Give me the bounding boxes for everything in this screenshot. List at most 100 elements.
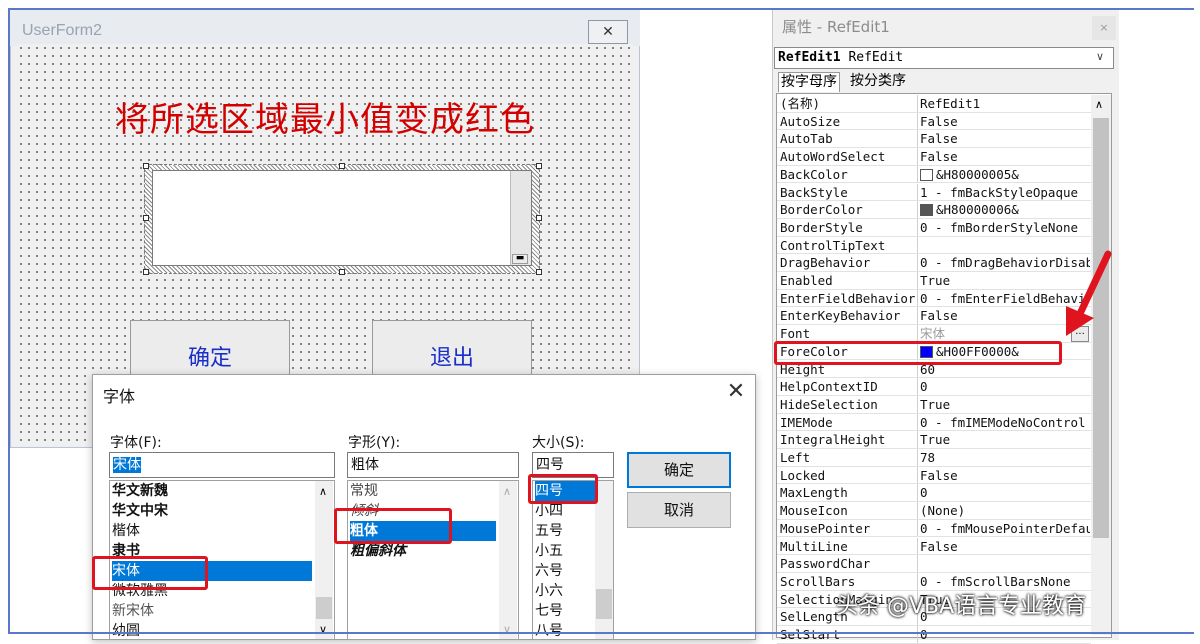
scroll-up-icon[interactable]: ∧ [1095, 98, 1103, 111]
resize-handle-ne[interactable] [536, 163, 542, 169]
tab-alphabetic[interactable]: 按字母序 [778, 72, 840, 92]
property-value[interactable]: 1 - fmBackStyleOpaque [920, 184, 1090, 201]
font-dialog-ok-button[interactable]: 确定 [627, 452, 731, 488]
property-row[interactable]: AutoWordSelect False [777, 148, 1091, 166]
scroll-down-icon[interactable]: ∨ [319, 623, 327, 636]
property-value[interactable]: False [920, 130, 1090, 147]
style-list-item[interactable]: 常规 [350, 481, 494, 501]
object-selector-combo[interactable]: RefEdit1 RefEdit [774, 47, 1114, 69]
resize-handle-se[interactable] [536, 269, 542, 275]
userform-close-button[interactable]: ✕ [588, 20, 628, 44]
font-dialog-close-button[interactable]: ✕ [722, 380, 750, 406]
tab-categorized[interactable]: 按分类序 [848, 72, 908, 92]
style-list-scrollbar[interactable]: ∧ ∨ [499, 481, 517, 639]
font-list-item[interactable]: 华文新魏 [112, 481, 310, 501]
scroll-up-icon[interactable]: ∧ [503, 485, 511, 498]
property-row[interactable]: ControlTipText [777, 236, 1091, 255]
font-list-item[interactable]: 楷体 [112, 521, 310, 541]
style-list-item[interactable]: 粗偏斜体 [350, 541, 494, 561]
font-list-scrollbar[interactable]: ∧ ∨ [315, 481, 333, 639]
property-value[interactable]: 0 - fmBorderStyleNone [920, 219, 1090, 236]
property-row[interactable]: Left 78 [777, 449, 1091, 467]
size-list-item[interactable]: 小五 [535, 541, 593, 561]
resize-handle-n[interactable] [339, 163, 345, 169]
properties-close-button[interactable]: × [1092, 16, 1116, 40]
size-list-item[interactable]: 小四 [535, 501, 593, 521]
scroll-thumb[interactable] [316, 597, 332, 619]
property-row[interactable]: EnterKeyBehavior False [777, 307, 1091, 326]
size-list-item[interactable]: 七号 [535, 601, 593, 621]
property-value[interactable]: 0 [920, 378, 1090, 395]
property-row[interactable]: AutoSize False [777, 112, 1091, 131]
property-value[interactable] [920, 555, 1090, 572]
refedit-collapse-icon[interactable]: ▬ [512, 254, 528, 264]
property-value[interactable]: (None) [920, 502, 1090, 519]
property-value[interactable]: False [920, 148, 1090, 165]
property-row[interactable]: HelpContextID 0 [777, 378, 1091, 396]
property-row[interactable]: BorderStyle 0 - fmBorderStyleNone [777, 218, 1091, 237]
property-value[interactable]: False [920, 538, 1090, 555]
scroll-up-icon[interactable]: ∧ [319, 485, 327, 498]
property-value[interactable]: 78 [920, 449, 1090, 466]
property-value[interactable]: False [920, 113, 1090, 130]
property-row[interactable]: AutoTab False [777, 130, 1091, 149]
property-value[interactable]: True [920, 431, 1090, 448]
userform-ok-label: 确定 [187, 346, 232, 371]
resize-handle-e[interactable] [536, 215, 542, 221]
font-style-list[interactable]: 常规 倾斜 粗体 粗偏斜体 ∧ ∨ [347, 480, 519, 640]
font-list-item[interactable]: 幼圆 [112, 621, 310, 641]
font-list-item[interactable]: 新宋体 [112, 601, 310, 621]
font-list-item[interactable]: 华文中宋 [112, 501, 310, 521]
property-value[interactable]: True [920, 396, 1090, 413]
userform-heading-label[interactable]: 将所选区域最小值变成红色 [17, 92, 633, 141]
font-name-input[interactable]: 宋体 [109, 452, 335, 478]
property-value-text: False [920, 467, 958, 483]
resize-handle-sw[interactable] [143, 269, 149, 275]
property-row[interactable]: Locked False [777, 466, 1091, 485]
scroll-thumb[interactable] [596, 589, 612, 619]
property-value[interactable]: 0 [920, 484, 1090, 501]
property-name: IMEMode [780, 413, 918, 431]
property-row[interactable]: MousePointer 0 - fmMousePointerDefau [777, 519, 1091, 538]
property-row[interactable]: MouseIcon (None) [777, 502, 1091, 520]
property-value[interactable]: 0 [920, 626, 1090, 643]
size-list-scrollbar[interactable] [595, 481, 613, 639]
property-value-text: (None) [920, 503, 966, 519]
property-row[interactable]: IntegralHeight True [777, 431, 1091, 449]
property-value[interactable]: RefEdit1 [920, 95, 1090, 112]
size-list-item[interactable]: 小六 [535, 581, 593, 601]
property-row[interactable]: IMEMode 0 - fmIMEModeNoControl [777, 413, 1091, 432]
resize-handle-nw[interactable] [143, 163, 149, 169]
property-row[interactable]: (名称) RefEdit1 [777, 95, 1091, 113]
highlight-forecolor-row [774, 341, 1062, 365]
refedit-control[interactable] [152, 170, 532, 266]
property-row[interactable]: MultiLine False [777, 537, 1091, 556]
chevron-down-icon[interactable]: ∨ [1096, 50, 1104, 63]
property-value[interactable]: &H80000006& [920, 201, 1090, 218]
font-style-label: 字形(Y): [348, 435, 401, 451]
property-row[interactable]: DragBehavior 0 - fmDragBehaviorDisab [777, 254, 1091, 272]
size-list-item[interactable]: 五号 [535, 521, 593, 541]
property-row[interactable]: SelStart 0 [777, 626, 1091, 644]
size-list-item[interactable]: 六号 [535, 561, 593, 581]
property-row[interactable]: BorderColor &H80000006& [777, 201, 1091, 219]
property-row[interactable]: HideSelection True [777, 395, 1091, 414]
property-row[interactable]: BackColor &H80000005& [777, 165, 1091, 184]
font-style-input[interactable]: 粗体 [347, 452, 519, 478]
resize-handle-s[interactable] [339, 269, 345, 275]
property-row[interactable]: MaxLength 0 [777, 484, 1091, 503]
property-row[interactable]: Enabled True [777, 272, 1091, 290]
font-size-list[interactable]: 四号 小四 五号 小五 六号 小六 七号 八号 [532, 480, 614, 640]
property-value[interactable]: 0 - fmMousePointerDefau [920, 520, 1090, 537]
property-value[interactable]: False [920, 467, 1090, 484]
property-value-text: True [920, 396, 951, 412]
resize-handle-w[interactable] [143, 215, 149, 221]
property-value[interactable]: &H80000005& [920, 166, 1090, 183]
property-row[interactable]: EnterFieldBehavior 0 - fmEnterFieldBehavi [777, 289, 1091, 308]
property-row[interactable]: PasswordChar [777, 555, 1091, 573]
scroll-down-icon[interactable]: ∨ [503, 623, 511, 636]
font-dialog-cancel-button[interactable]: 取消 [627, 492, 731, 528]
property-value[interactable]: 0 - fmIMEModeNoControl [920, 414, 1090, 431]
size-list-item[interactable]: 八号 [535, 621, 593, 641]
property-row[interactable]: BackStyle 1 - fmBackStyleOpaque [777, 183, 1091, 202]
